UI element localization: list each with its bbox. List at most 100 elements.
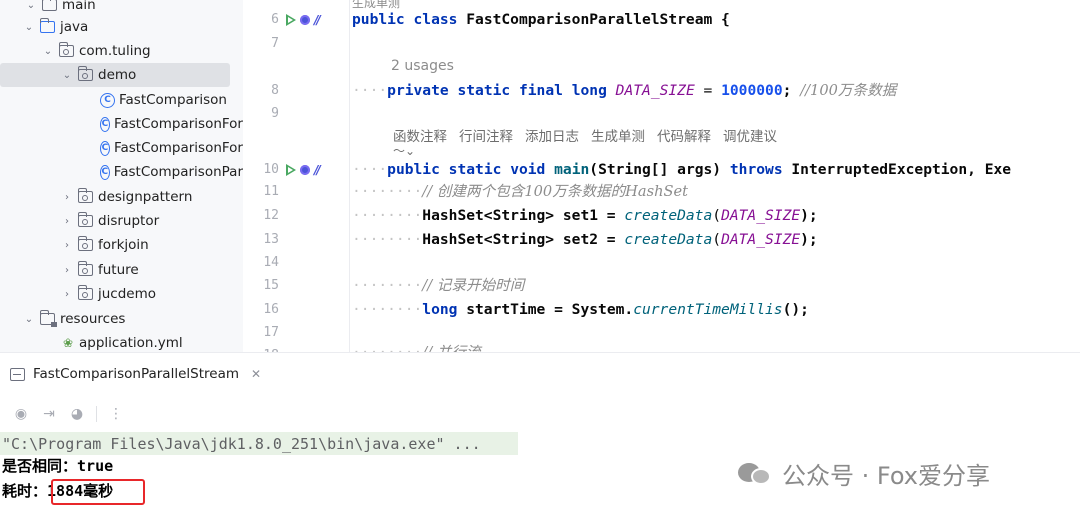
tree-item-label: java — [60, 19, 89, 35]
run-tab-bar: FastComparisonParallelStream ✕ — [0, 353, 1080, 398]
code-editor[interactable]: 生成单测 public class FastComparisonParallel… — [350, 0, 1080, 352]
code-line-13: ········HashSet<String> set2 = createDat… — [352, 231, 818, 248]
tree-item-class[interactable]: C FastComparisonFor — [0, 136, 243, 160]
tree-item-class[interactable]: C FastComparisonPar — [0, 160, 243, 184]
tree-item-future[interactable]: › future — [0, 258, 243, 282]
gutter-actions-line-10: // — [286, 162, 321, 178]
chevron-right-icon[interactable]: › — [60, 287, 74, 301]
tree-item-com-tuling[interactable]: ⌄ com.tuling — [0, 39, 243, 63]
code-text: set1 = — [554, 207, 625, 224]
watermark: 公众号 · Fox爱分享 — [738, 456, 990, 491]
watermark-text: 公众号 · Fox爱分享 — [782, 462, 990, 490]
tree-item-label: application.yml — [79, 335, 183, 351]
tree-item-designpattern[interactable]: › designpattern — [0, 185, 243, 209]
code-text: ( — [712, 231, 722, 248]
folder-icon — [41, 0, 57, 11]
tree-item-label: FastComparison — [119, 92, 227, 108]
chevron-right-icon[interactable]: › — [60, 238, 74, 252]
console-label: 耗时： — [2, 482, 48, 500]
class-icon: C — [100, 116, 110, 132]
run-icon[interactable] — [286, 14, 296, 26]
ai-action-generate-test[interactable]: 生成单测 — [591, 125, 645, 145]
ai-action-add-log[interactable]: 添加日志 — [525, 125, 579, 145]
tree-item-resources[interactable]: ⌄ resources — [0, 307, 243, 331]
marscode-icon[interactable]: // — [314, 163, 321, 177]
constant-name: DATA_SIZE — [721, 207, 801, 224]
code-line-12: ········HashSet<String> set1 = createDat… — [352, 207, 818, 224]
profiler-icon[interactable]: ◕ — [68, 405, 86, 423]
class-icon: C — [100, 140, 110, 156]
source-folder-icon — [39, 18, 55, 33]
console-line-same: 是否相同：true — [2, 455, 113, 477]
tree-item-demo[interactable]: ⌄ demo — [0, 63, 230, 87]
tree-item-label: future — [98, 262, 139, 278]
line-number: 9 — [271, 106, 279, 121]
keyword: throws — [729, 161, 783, 178]
type-name: HashSet<String> — [422, 207, 555, 224]
code-line-10: ····public static void main(String[] arg… — [352, 161, 1012, 178]
type-name: HashSet<String> — [422, 231, 555, 248]
close-icon[interactable]: ✕ — [251, 367, 261, 381]
chevron-right-icon[interactable]: › — [60, 214, 74, 228]
run-icon[interactable] — [286, 164, 296, 176]
code-line-8: ····private static final long DATA_SIZE … — [352, 82, 897, 99]
code-line-16: ········long startTime = System.currentT… — [352, 301, 809, 318]
code-text: ); — [800, 207, 818, 224]
ai-more-dropdown-icon[interactable]: 〜⌄ — [393, 142, 415, 159]
keyword: static — [448, 161, 502, 178]
more-options-icon[interactable]: ⋮ — [107, 405, 125, 423]
run-toolbar: ◉ ⇥ ◕ ⋮ — [0, 398, 1080, 430]
tree-item-disruptor[interactable]: › disruptor — [0, 209, 243, 233]
line-number: 16 — [263, 302, 279, 317]
keyword: public — [352, 11, 405, 28]
chevron-down-icon[interactable]: ⌄ — [22, 312, 36, 326]
class-icon: C — [100, 92, 115, 108]
method-call: createData — [624, 207, 713, 224]
tree-item-jucdemo[interactable]: › jucdemo — [0, 282, 243, 306]
ai-assistant-icon[interactable] — [300, 165, 310, 175]
yaml-file-icon: ❀ — [62, 336, 74, 350]
ai-assistant-icon[interactable] — [300, 15, 310, 25]
tree-item-class[interactable]: C FastComparisonFor — [0, 112, 243, 136]
tree-item-forkjoin[interactable]: › forkjoin — [0, 233, 243, 257]
tree-item-label: forkjoin — [98, 237, 149, 253]
chevron-right-icon[interactable]: › — [60, 263, 74, 277]
code-text: { — [712, 11, 730, 28]
marscode-icon[interactable]: // — [314, 13, 321, 27]
code-comment: //100万条数据 — [800, 82, 897, 99]
code-text: ( — [712, 207, 722, 224]
number-literal: 1000000 — [721, 82, 783, 99]
wechat-icon — [738, 460, 774, 488]
restore-layout-icon[interactable]: ⇥ — [40, 405, 58, 423]
tree-item-label: FastComparisonPar — [113, 164, 243, 180]
ai-action-inline-comment[interactable]: 行间注释 — [459, 125, 513, 145]
chevron-down-icon[interactable]: ⌄ — [60, 68, 74, 82]
toolbar-separator — [96, 406, 97, 422]
chevron-right-icon[interactable]: › — [60, 190, 74, 204]
run-tab[interactable]: FastComparisonParallelStream ✕ — [10, 366, 261, 382]
code-text: InterruptedException, Exe — [782, 161, 1012, 178]
tree-item-application-yml[interactable]: ❀ application.yml — [0, 331, 243, 352]
package-icon — [77, 285, 93, 300]
code-line-11: ········// 创建两个包含100万条数据的HashSet — [352, 183, 688, 200]
console-command[interactable]: "C:\Program Files\Java\jdk1.8.0_251\bin\… — [2, 433, 481, 455]
chevron-down-icon[interactable]: ⌄ — [22, 20, 36, 34]
package-icon — [77, 212, 93, 227]
tree-item-java[interactable]: ⌄ java — [0, 15, 243, 39]
usages-hint[interactable]: 2 usages — [391, 58, 454, 74]
ai-action-explain-code[interactable]: 代码解释 — [657, 125, 711, 145]
tree-item-label: FastComparisonFor — [113, 116, 243, 132]
chevron-down-icon[interactable]: ⌄ — [41, 44, 55, 58]
tree-item-label: disruptor — [98, 213, 160, 229]
console-value: true — [77, 457, 114, 475]
highlight-box — [51, 479, 145, 505]
camera-icon[interactable]: ◉ — [12, 405, 30, 423]
package-icon — [58, 42, 74, 57]
run-tab-label: FastComparisonParallelStream — [33, 366, 239, 382]
code-text: (); — [782, 301, 809, 318]
tree-item-class[interactable]: C FastComparison — [0, 88, 243, 112]
chevron-down-icon[interactable]: ⌄ — [24, 0, 38, 12]
ai-action-optimize[interactable]: 调优建议 — [723, 125, 777, 145]
line-number: 8 — [271, 83, 279, 98]
code-text: (String[] args) — [589, 161, 730, 178]
